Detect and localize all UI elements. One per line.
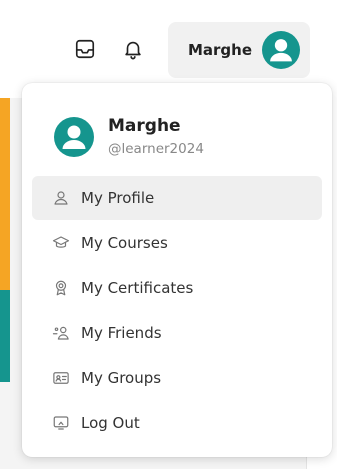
- dropdown-menu-list: My Profile My Courses My Certificates My…: [32, 176, 322, 446]
- dropdown-avatar: [54, 117, 94, 157]
- dropdown-user-handle: @learner2024: [108, 141, 204, 157]
- user-menu-button[interactable]: Marghe: [168, 22, 310, 78]
- menu-item-log-out[interactable]: Log Out: [32, 401, 322, 445]
- user-dropdown-menu: Marghe @learner2024 My Profile My Course…: [22, 83, 332, 457]
- menu-item-label: My Courses: [81, 234, 168, 252]
- id-card-icon: [53, 372, 69, 384]
- user-name: Marghe: [187, 41, 252, 59]
- menu-item-label: My Friends: [81, 324, 162, 342]
- logout-screen-icon: [53, 416, 69, 430]
- menu-item-my-profile[interactable]: My Profile: [32, 176, 322, 220]
- menu-item-label: My Groups: [81, 369, 162, 387]
- menu-item-my-certificates[interactable]: My Certificates: [32, 266, 322, 310]
- menu-item-my-groups[interactable]: My Groups: [32, 356, 322, 400]
- menu-item-label: My Certificates: [81, 279, 194, 297]
- teal-accent-stripe: [0, 290, 10, 382]
- bell-icon: [125, 41, 141, 60]
- menu-item-my-friends[interactable]: My Friends: [32, 311, 322, 355]
- menu-item-my-courses[interactable]: My Courses: [32, 221, 322, 265]
- award-badge-icon: [55, 280, 67, 296]
- inbox-button[interactable]: [71, 35, 99, 63]
- graduation-cap-icon: [52, 236, 70, 248]
- menu-item-label: My Profile: [81, 189, 155, 207]
- dropdown-user-name: Marghe: [108, 116, 181, 136]
- user-avatar-icon: [62, 125, 86, 149]
- user-icon: [54, 191, 68, 205]
- user-avatar-icon: [270, 39, 292, 62]
- avatar: [262, 31, 300, 69]
- orange-accent-stripe: [0, 98, 10, 290]
- menu-item-label: Log Out: [81, 414, 140, 432]
- dropdown-user-header: Marghe @learner2024: [54, 115, 204, 159]
- friends-icon: [52, 326, 69, 340]
- inbox-icon: [75, 39, 95, 59]
- notifications-button[interactable]: [119, 35, 147, 63]
